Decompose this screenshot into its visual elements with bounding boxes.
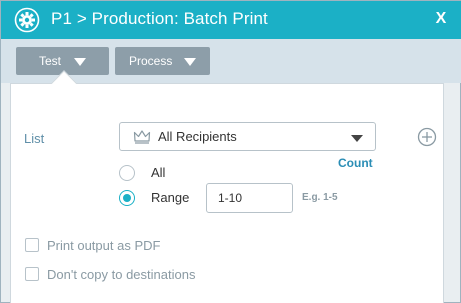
- close-icon[interactable]: X: [430, 8, 452, 30]
- tab-process[interactable]: Process: [115, 47, 210, 75]
- tab-process-label: Process: [129, 54, 173, 68]
- count-link[interactable]: Count: [338, 156, 373, 170]
- recipients-dropdown[interactable]: All Recipients: [119, 122, 376, 151]
- title-bar: P1 > Production: Batch Print X: [1, 1, 461, 39]
- gear-icon: [14, 7, 40, 33]
- dialog-window: P1 > Production: Batch Print X Test Proc…: [0, 0, 461, 303]
- radio-range-label: Range: [151, 190, 190, 205]
- print-pdf-checkbox[interactable]: [25, 238, 39, 252]
- plus-circle-icon[interactable]: [417, 127, 437, 147]
- dropdown-arrow-icon: [351, 135, 363, 142]
- no-copy-label: Don't copy to destinations: [47, 267, 196, 282]
- list-label: List: [24, 131, 45, 146]
- recipients-value: All Recipients: [158, 129, 237, 144]
- print-pdf-label: Print output as PDF: [47, 238, 161, 253]
- radio-range[interactable]: [119, 190, 135, 206]
- chevron-down-icon: [184, 58, 196, 66]
- radio-all[interactable]: [119, 165, 135, 181]
- crown-icon: [133, 130, 151, 144]
- chevron-down-icon: [74, 58, 86, 66]
- range-input[interactable]: [206, 183, 293, 213]
- dialog-title: P1 > Production: Batch Print: [51, 9, 268, 28]
- tab-test-label: Test: [39, 54, 62, 68]
- range-hint: E.g. 1-5: [302, 192, 338, 203]
- no-copy-checkbox[interactable]: [25, 267, 39, 281]
- radio-all-label: All: [151, 165, 166, 180]
